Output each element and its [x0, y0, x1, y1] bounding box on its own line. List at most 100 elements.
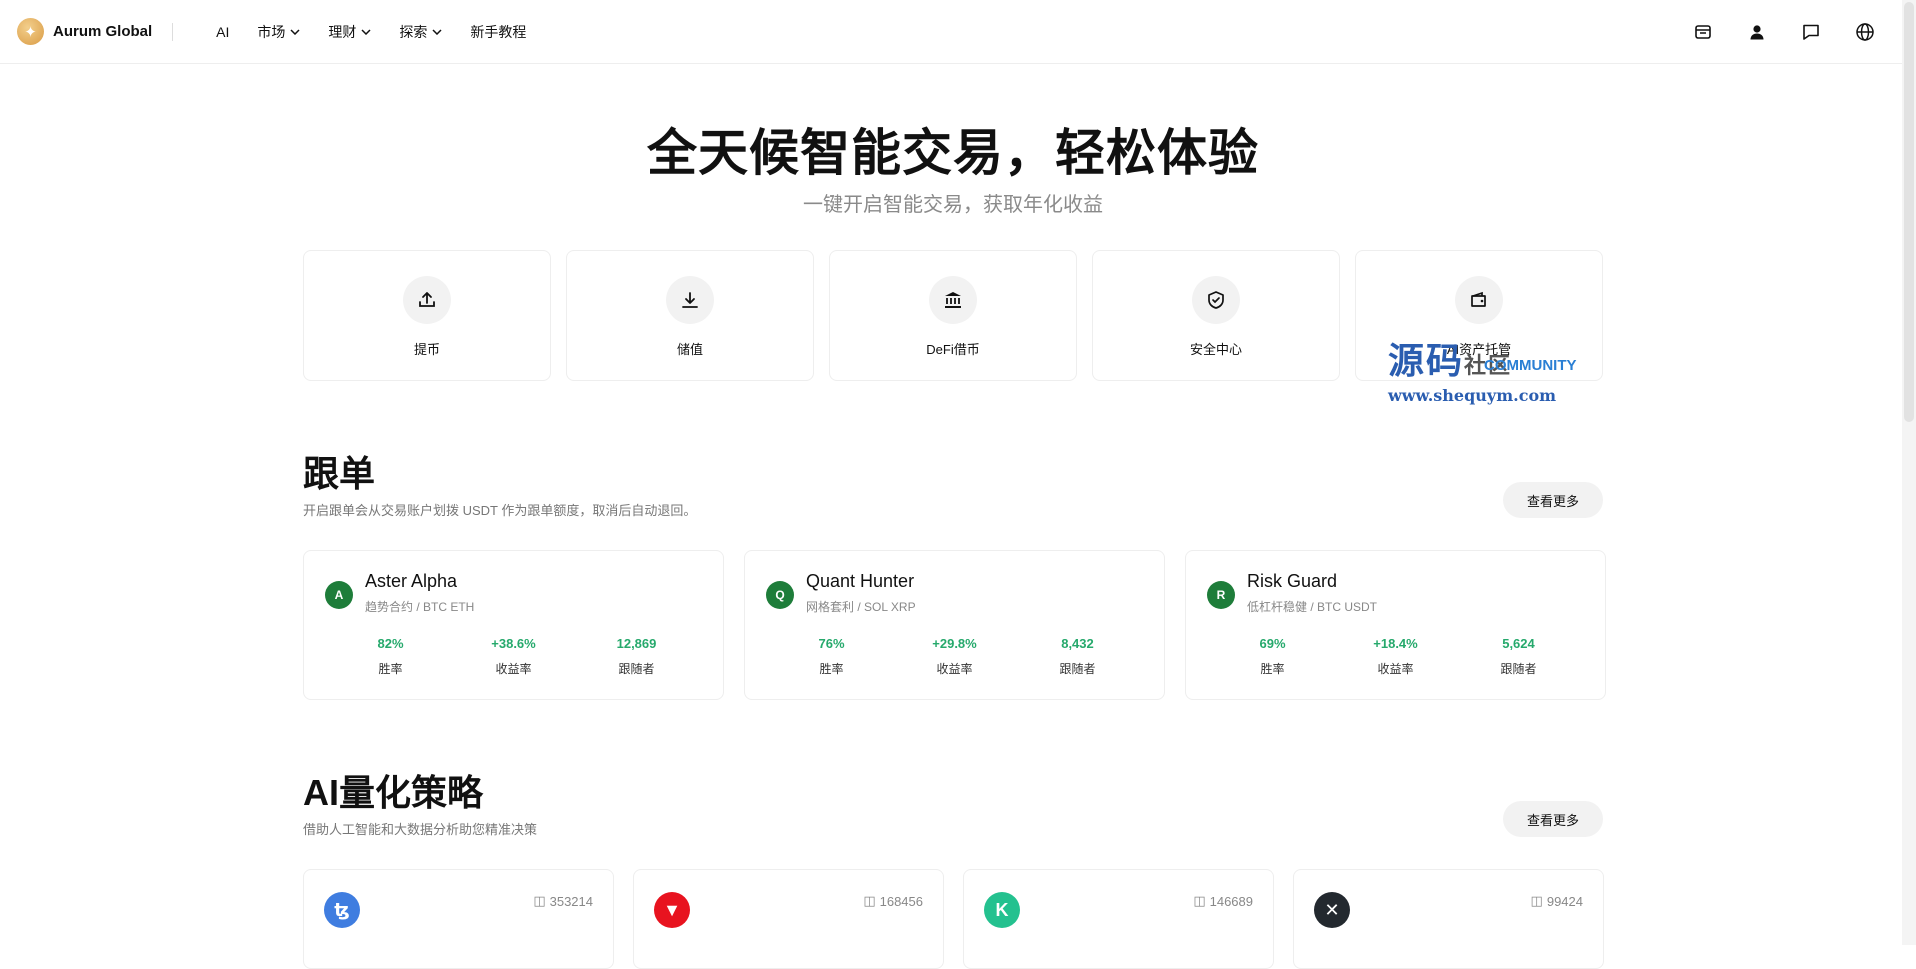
- quick-actions: 提币 储值 DeFi借币 安全中心 AI资产托管: [303, 250, 1618, 381]
- strategy-count: ◫ 353214: [533, 893, 593, 909]
- stat-label: 收益率: [1377, 662, 1414, 676]
- stat-win-rate: 69% 胜率: [1223, 636, 1323, 677]
- nav-item-tutorial[interactable]: 新手教程: [470, 22, 526, 42]
- wallet-icon: [1455, 276, 1503, 324]
- count-value: 353214: [549, 893, 593, 909]
- stat-win-rate: 82% 胜率: [341, 636, 441, 677]
- trader-name: Quant Hunter: [806, 571, 915, 591]
- hero-subtitle: 一键开启智能交易，获取年化收益: [803, 194, 1103, 216]
- strategy-card[interactable]: ꜩ ◫ 353214: [303, 869, 614, 969]
- stat-label: 胜率: [819, 662, 844, 676]
- stat-value: +38.6%: [491, 636, 536, 651]
- top-icons: [1660, 0, 1876, 64]
- trader-stats: 82% 胜率 +38.6% 收益率 12,869 跟随者: [304, 636, 723, 677]
- nav-label: 市场: [257, 23, 286, 40]
- stat-label: 跟随者: [618, 662, 655, 676]
- inbox-icon[interactable]: [1692, 21, 1714, 43]
- nav-item-market[interactable]: 市场: [257, 22, 300, 42]
- upload-icon: [403, 276, 451, 324]
- user-icon[interactable]: [1746, 21, 1768, 43]
- stat-value: +18.4%: [1373, 636, 1418, 651]
- count-value: 99424: [1546, 893, 1583, 909]
- robot-icon: ◫: [1193, 893, 1206, 908]
- xrp-icon: ✕: [1314, 892, 1350, 928]
- trader-stats: 69% 胜率 +18.4% 收益率 5,624 跟随者: [1186, 636, 1605, 677]
- chevron-down-icon: [432, 28, 442, 35]
- nav-item-finance[interactable]: 理财: [328, 22, 371, 42]
- tron-icon: ▼: [654, 892, 690, 928]
- stat-value: 5,624: [1502, 636, 1535, 651]
- stat-value: 69%: [1259, 636, 1286, 651]
- quick-action-label: 储值: [676, 342, 703, 357]
- strategy-count: ◫ 146689: [1193, 893, 1253, 909]
- avatar: R: [1207, 581, 1235, 609]
- nav-label: 理财: [328, 23, 357, 40]
- trader-list: A Aster Alpha 趋势合约 / BTC ETH 82% 胜率 +38.6…: [303, 550, 1626, 700]
- avatar: Q: [766, 581, 794, 609]
- top-navbar: ✦ Aurum Global AI 市场 理财 探索 新手教程: [0, 0, 1916, 64]
- chevron-down-icon: [290, 28, 300, 35]
- quick-action-label: 安全中心: [1189, 342, 1242, 357]
- brand-name: Aurum Global: [53, 23, 153, 40]
- strategy-card[interactable]: ✕ ◫ 99424: [1293, 869, 1604, 969]
- nav-item-ai[interactable]: AI: [216, 24, 229, 40]
- trader-name: Aster Alpha: [365, 571, 458, 591]
- strategy-list: ꜩ ◫ 353214 ▼ ◫ 168456 K ◫ 146689 ✕ ◫ 99424: [303, 869, 1623, 969]
- trader-card[interactable]: Q Quant Hunter 网格套利 / SOL XRP 76% 胜率 +29.…: [744, 550, 1165, 700]
- stat-label: 胜率: [378, 662, 403, 676]
- robot-icon: ◫: [1530, 893, 1543, 908]
- stat-label: 收益率: [936, 662, 973, 676]
- count-value: 146689: [1209, 893, 1253, 909]
- stat-win-rate: 76% 胜率: [782, 636, 882, 677]
- stat-value: +29.8%: [932, 636, 977, 651]
- copy-trading-desc: 开启跟单会从交易账户划拨 USDT 作为跟单额度，取消后自动退回。: [303, 503, 697, 518]
- trader-card[interactable]: R Risk Guard 低杠杆稳健 / BTC USDT 69% 胜率 +18.…: [1185, 550, 1606, 700]
- nav-label: 探索: [399, 23, 428, 40]
- robot-icon: ◫: [533, 893, 546, 908]
- avatar: A: [325, 581, 353, 609]
- count-value: 168456: [879, 893, 923, 909]
- stat-followers: 5,624 跟随者: [1469, 636, 1569, 677]
- kucoin-icon: K: [984, 892, 1020, 928]
- quick-action-label: DeFi借币: [926, 342, 980, 357]
- ai-strategy-desc: 借助人工智能和大数据分析助您精准决策: [303, 822, 538, 837]
- quick-action-defi-loan[interactable]: DeFi借币: [829, 250, 1077, 381]
- quick-action-deposit[interactable]: 储值: [566, 250, 814, 381]
- bank-icon: [929, 276, 977, 324]
- stat-return: +38.6% 收益率: [464, 636, 564, 677]
- ai-strategy-more-button[interactable]: 查看更多: [1503, 801, 1603, 837]
- nav-label: 新手教程: [470, 23, 527, 40]
- download-icon: [666, 276, 714, 324]
- trader-name: Risk Guard: [1247, 571, 1338, 591]
- stat-return: +18.4% 收益率: [1346, 636, 1446, 677]
- trader-tags: 低杠杆稳健 / BTC USDT: [1247, 600, 1378, 614]
- chat-icon[interactable]: [1800, 21, 1822, 43]
- quick-action-security[interactable]: 安全中心: [1092, 250, 1340, 381]
- watermark-url: www.shequym.com: [1388, 386, 1557, 405]
- trader-stats: 76% 胜率 +29.8% 收益率 8,432 跟随者: [745, 636, 1164, 677]
- trader-tags: 趋势合约 / BTC ETH: [365, 600, 475, 614]
- robot-icon: ◫: [863, 893, 876, 908]
- strategy-card[interactable]: ▼ ◫ 168456: [633, 869, 944, 969]
- stat-value: 82%: [377, 636, 404, 651]
- globe-icon[interactable]: [1854, 21, 1876, 43]
- quick-action-withdraw[interactable]: 提币: [303, 250, 551, 381]
- chevron-down-icon: [361, 28, 371, 35]
- stat-followers: 8,432 跟随者: [1028, 636, 1128, 677]
- quick-action-ai-custody[interactable]: AI资产托管: [1355, 250, 1603, 381]
- copy-trading-more-button[interactable]: 查看更多: [1503, 482, 1603, 518]
- nav-item-explore[interactable]: 探索: [399, 22, 442, 42]
- stat-label: 收益率: [495, 662, 532, 676]
- brand-logo-icon: ✦: [17, 18, 44, 45]
- ai-strategy-title: AI量化策略: [303, 772, 484, 813]
- strategy-card[interactable]: K ◫ 146689: [963, 869, 1274, 969]
- trader-card[interactable]: A Aster Alpha 趋势合约 / BTC ETH 82% 胜率 +38.6…: [303, 550, 724, 700]
- stat-label: 胜率: [1260, 662, 1285, 676]
- stat-value: 76%: [818, 636, 845, 651]
- tezos-icon: ꜩ: [324, 892, 360, 928]
- quick-action-label: AI资产托管: [1446, 342, 1512, 357]
- copy-trading-title: 跟单: [303, 453, 376, 494]
- main-nav: AI 市场 理财 探索 新手教程: [216, 22, 554, 42]
- brand[interactable]: ✦ Aurum Global: [17, 18, 152, 45]
- nav-label: AI: [216, 23, 230, 40]
